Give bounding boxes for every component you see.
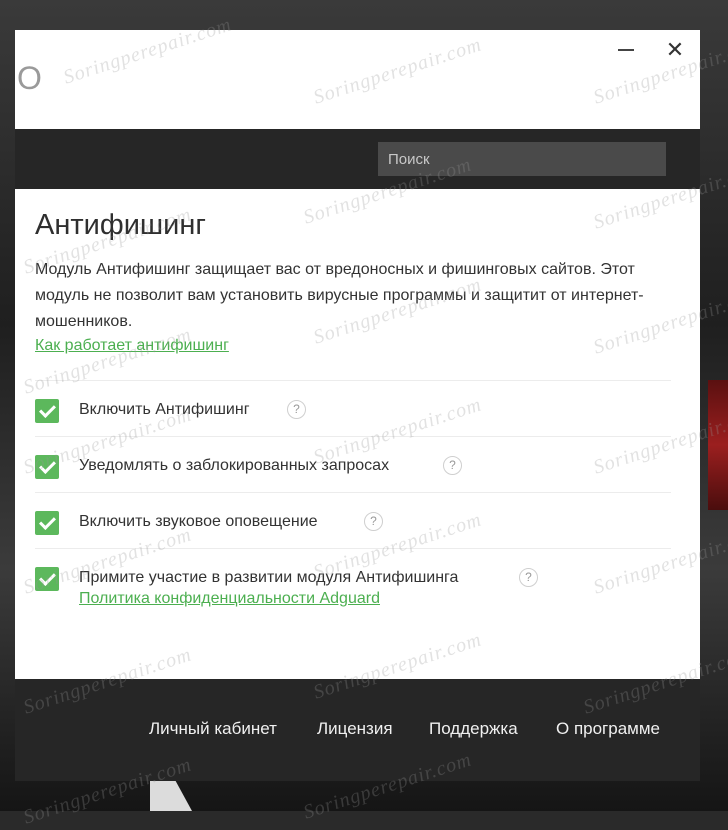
enable-antiphishing-checkbox[interactable]	[35, 399, 59, 423]
title-bar: O ✕	[15, 30, 700, 129]
option-row-notify-blocked: Уведомлять о заблокированных запросах ?	[35, 436, 671, 493]
sound-alert-checkbox[interactable]	[35, 511, 59, 535]
module-description: Модуль Антифишинг защищает вас от вредон…	[35, 261, 644, 330]
notify-blocked-checkbox[interactable]	[35, 455, 59, 479]
option-label: Уведомлять о заблокированных запросах	[79, 457, 390, 474]
option-row-enable-antiphishing: Включить Антифишинг ?	[35, 380, 671, 437]
search-input[interactable]	[378, 142, 666, 176]
close-button[interactable]: ✕	[660, 38, 690, 62]
footer-link-license[interactable]: Лицензия	[317, 719, 393, 739]
help-icon[interactable]: ?	[443, 456, 462, 475]
background-red-accent	[708, 380, 728, 510]
footer-link-account[interactable]: Личный кабинет	[149, 719, 277, 739]
app-window: O ✕ Антифишинг Модуль Антифишинг защищае…	[15, 30, 700, 781]
privacy-policy-link[interactable]: Политика конфиденциальности Adguard	[79, 590, 380, 608]
help-icon[interactable]: ?	[364, 512, 383, 531]
option-row-participate: Примите участие в развитии модуля Антифи…	[35, 548, 671, 619]
footer-link-about[interactable]: О программе	[556, 719, 660, 739]
page-title: Антифишинг	[35, 209, 206, 241]
option-label: Примите участие в развитии модуля Антифи…	[79, 569, 459, 586]
help-icon[interactable]: ?	[287, 400, 306, 419]
option-label: Включить звуковое оповещение	[79, 513, 318, 530]
top-navigation-bar	[15, 129, 700, 189]
minimize-button[interactable]	[610, 38, 640, 62]
footer-link-support[interactable]: Поддержка	[429, 719, 518, 739]
option-label: Включить Антифишинг	[79, 401, 250, 418]
footer-bar: Личный кабинет Лицензия Поддержка О прог…	[15, 679, 700, 781]
participate-checkbox[interactable]	[35, 567, 59, 591]
app-logo: O	[17, 60, 42, 96]
option-row-sound-alert: Включить звуковое оповещение ?	[35, 492, 671, 549]
help-icon[interactable]: ?	[519, 568, 538, 587]
how-it-works-link[interactable]: Как работает антифишинг	[35, 337, 229, 355]
